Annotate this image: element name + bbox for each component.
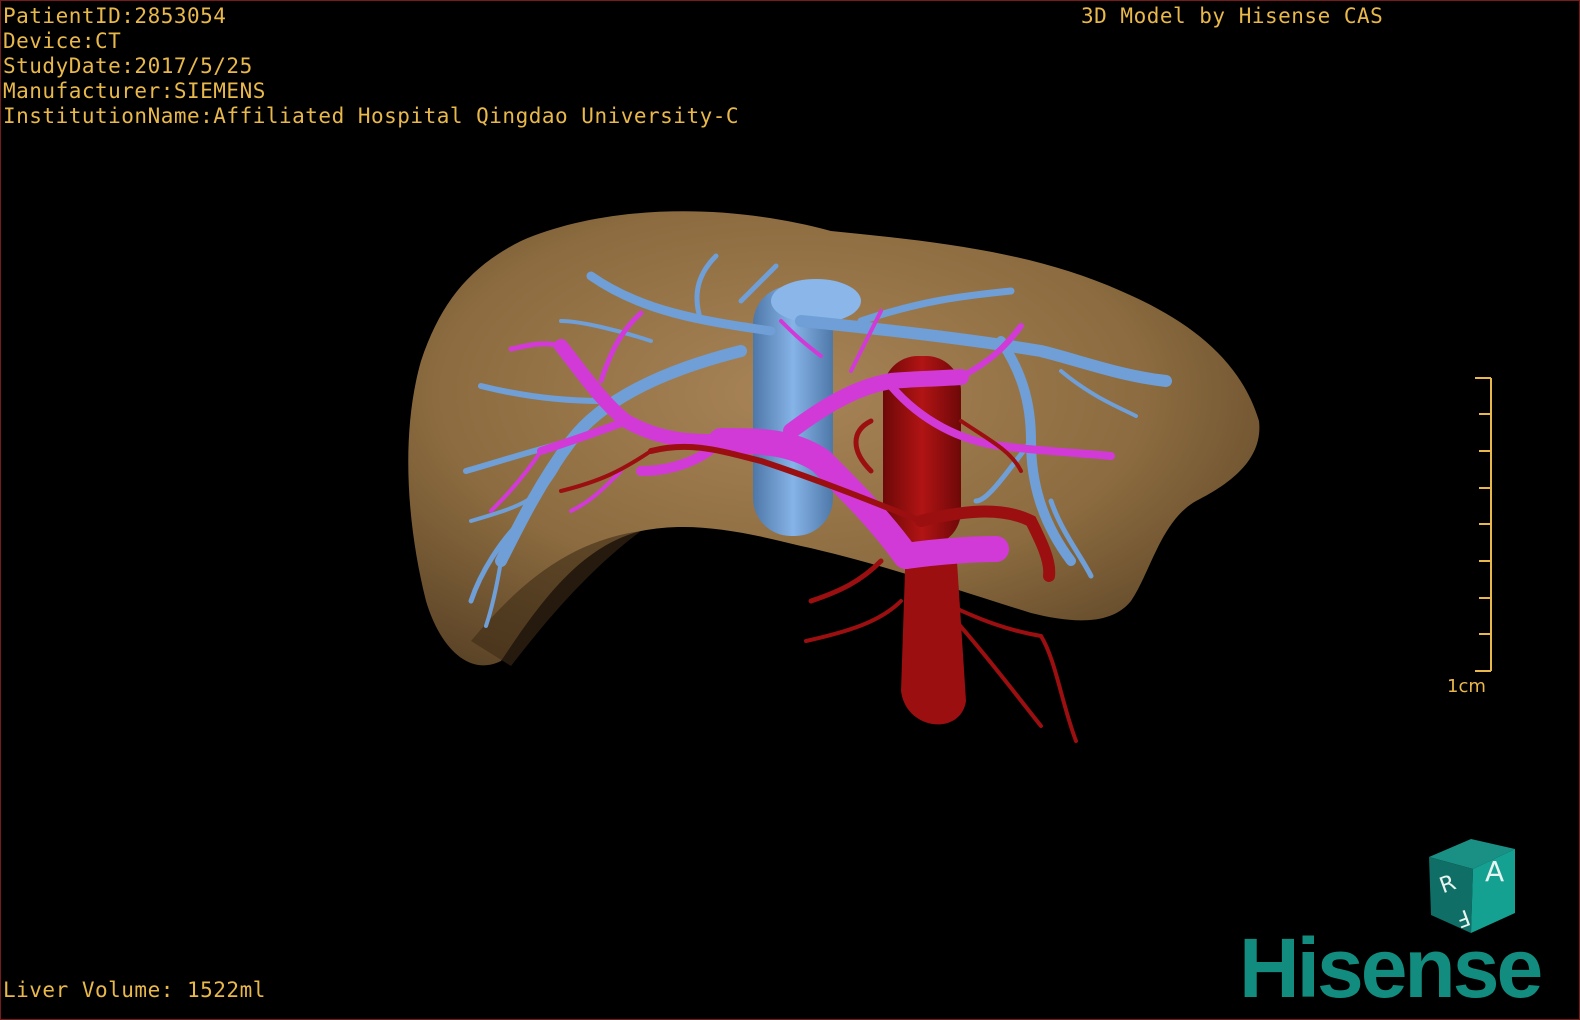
- cube-face-top: A: [1485, 855, 1504, 888]
- study-date-label: StudyDate:2017/5/25: [3, 54, 253, 78]
- scale-bar-label: 1cm: [1447, 676, 1486, 697]
- ivc-top: [771, 279, 861, 323]
- model-credit-label: 3D Model by Hisense CAS: [1081, 4, 1384, 28]
- institution-label: InstitutionName:Affiliated Hospital Qing…: [3, 104, 740, 128]
- liver-3d-model[interactable]: [1, 1, 1580, 1020]
- patient-id-label: PatientID:2853054: [3, 4, 227, 28]
- scale-bar-icon: [1475, 377, 1492, 672]
- manufacturer-label: Manufacturer:SIEMENS: [3, 79, 266, 103]
- hisense-logo: Hisense: [1239, 921, 1543, 1015]
- liver-volume-label: Liver Volume: 1522ml: [3, 978, 266, 1002]
- dicom-info-block: PatientID:2853054 Device:CT StudyDate:2017…: [3, 4, 739, 129]
- 3d-viewport[interactable]: PatientID:2853054 Device:CT StudyDate:2017…: [0, 0, 1580, 1020]
- aorta-lower: [901, 541, 966, 725]
- device-label: Device:CT: [3, 29, 122, 53]
